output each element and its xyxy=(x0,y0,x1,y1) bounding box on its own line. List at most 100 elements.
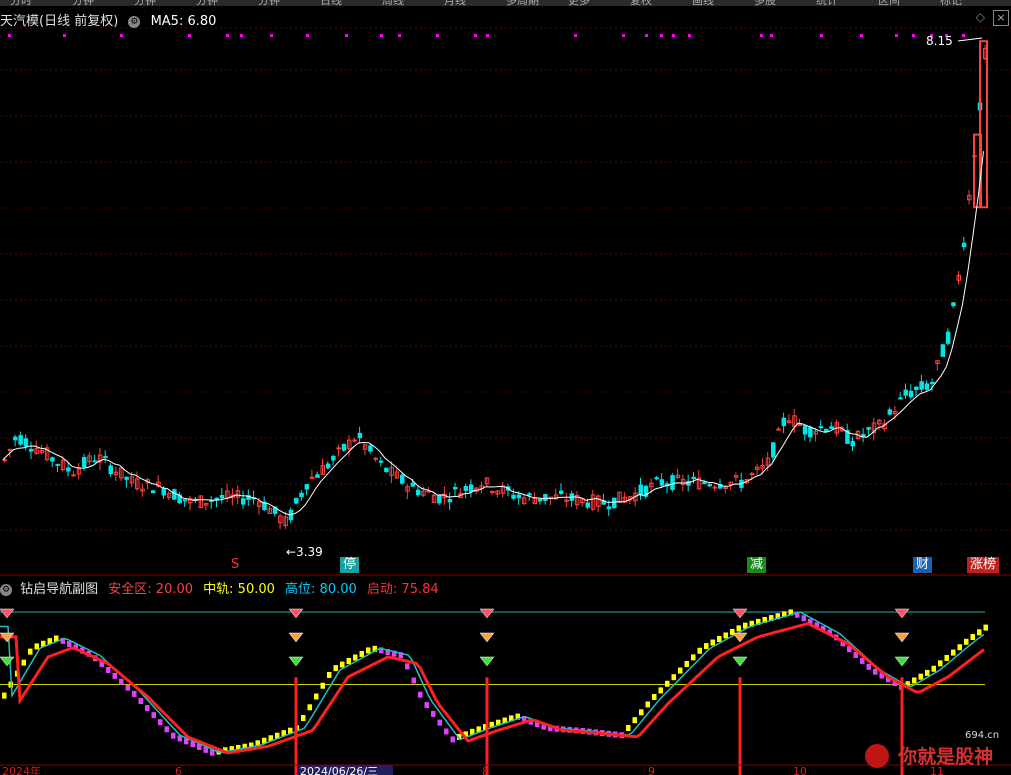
indicator-bar xyxy=(957,644,962,651)
candle-body xyxy=(410,482,416,487)
indicator-bar xyxy=(418,691,423,698)
signal-marker xyxy=(770,34,773,37)
event-badge[interactable]: 涨榜 xyxy=(967,557,1000,573)
candle-body xyxy=(463,486,469,491)
candle-body xyxy=(702,482,707,485)
indicator-bar xyxy=(938,660,943,667)
candle-body xyxy=(453,487,458,490)
candle-body xyxy=(940,344,946,357)
indicator-bar xyxy=(158,719,163,726)
candle-body xyxy=(749,473,755,476)
candle-body xyxy=(325,463,331,469)
indicator-bar xyxy=(125,684,130,691)
x-axis-tick: 2024年 xyxy=(2,764,41,775)
candle-body xyxy=(368,445,373,452)
signal-marker xyxy=(645,34,648,37)
high-price-pointer xyxy=(957,37,983,42)
gem-icon xyxy=(894,656,910,667)
gem-icon xyxy=(479,656,495,667)
candle-body xyxy=(818,426,824,429)
candle-body xyxy=(29,448,34,452)
event-badge[interactable]: 减 xyxy=(747,557,767,573)
candle-body xyxy=(516,494,522,499)
candle-body xyxy=(336,447,341,450)
candle-body xyxy=(951,302,956,307)
gem-icon xyxy=(894,608,910,619)
watermark: 你就是股神 694.cn xyxy=(865,730,999,770)
candle-body xyxy=(898,397,903,400)
signal-marker xyxy=(474,34,477,37)
indicator-bar xyxy=(925,669,930,676)
x-axis-tick: 6 xyxy=(175,765,182,775)
candle-body xyxy=(919,381,924,390)
indicator-bar xyxy=(119,678,124,685)
indicator-bar xyxy=(944,654,949,661)
indicator-bar xyxy=(723,632,728,639)
watermark-site: 694.cn xyxy=(965,730,1000,741)
gem-icon xyxy=(0,608,15,619)
chart-canvas[interactable]: 8.15←3.392024年 6 8 9 10 112024/06/26/三 xyxy=(0,0,1011,775)
candle-body xyxy=(304,484,310,490)
candle-body xyxy=(612,497,617,509)
candle-body xyxy=(781,417,787,427)
indicator-bar xyxy=(977,629,982,636)
candle-body xyxy=(172,489,177,500)
event-badge[interactable]: S xyxy=(228,557,242,573)
signal-marker xyxy=(345,34,348,37)
candle-body xyxy=(437,494,442,504)
candle-body xyxy=(18,435,23,445)
indicator-bar xyxy=(431,710,436,717)
candle-body xyxy=(108,465,113,475)
indicator-bar xyxy=(970,634,975,641)
indicator-bar xyxy=(697,647,702,654)
candle-body xyxy=(209,499,214,502)
gem-icon xyxy=(288,656,304,667)
candle-body xyxy=(161,488,166,496)
indicator-bar xyxy=(314,693,319,700)
signal-marker xyxy=(660,34,663,37)
candle-body xyxy=(908,390,914,398)
x-axis-tick: 10 xyxy=(793,765,807,775)
indicator-bar xyxy=(424,702,429,709)
low-price-label: ←3.39 xyxy=(286,545,323,559)
candle-body xyxy=(400,474,405,484)
indicator-bar xyxy=(151,712,156,719)
candle-body xyxy=(124,476,129,480)
indicator-bar xyxy=(171,732,176,739)
signal-marker xyxy=(380,34,383,37)
candle-body xyxy=(219,494,225,499)
indicator-bar xyxy=(964,638,969,645)
candle-body xyxy=(241,498,246,505)
indicator-bar xyxy=(678,667,683,674)
signal-marker xyxy=(486,34,489,37)
candle-body xyxy=(331,455,336,461)
candle-body xyxy=(903,389,908,396)
signal-marker xyxy=(672,34,675,37)
gem-icon xyxy=(732,656,748,667)
indicator-bar xyxy=(164,726,169,733)
crosshair-date: 2024/06/26/三 xyxy=(300,765,378,775)
indicator-bar xyxy=(632,717,637,724)
signal-marker xyxy=(895,34,898,37)
candle-body xyxy=(712,486,718,489)
x-axis-tick: 8 xyxy=(482,765,489,775)
event-badge[interactable]: 财 xyxy=(913,557,933,573)
candle-body xyxy=(829,426,834,430)
candle-body xyxy=(537,498,543,502)
watermark-logo-icon xyxy=(865,743,889,768)
signal-marker xyxy=(63,34,66,37)
gem-icon xyxy=(288,608,304,619)
candle-body xyxy=(606,506,612,510)
event-badge[interactable]: 停 xyxy=(340,557,360,573)
candle-body xyxy=(103,456,108,459)
candle-body xyxy=(150,490,156,494)
candle-body xyxy=(373,457,378,460)
candle-body xyxy=(511,494,516,499)
indicator-bar xyxy=(307,704,312,711)
indicator-bar xyxy=(346,658,351,665)
indicator-bar xyxy=(717,636,722,643)
indicator-bar xyxy=(405,663,410,670)
candle-body xyxy=(82,456,87,468)
candle-body xyxy=(808,426,813,438)
candle-body xyxy=(378,460,384,463)
